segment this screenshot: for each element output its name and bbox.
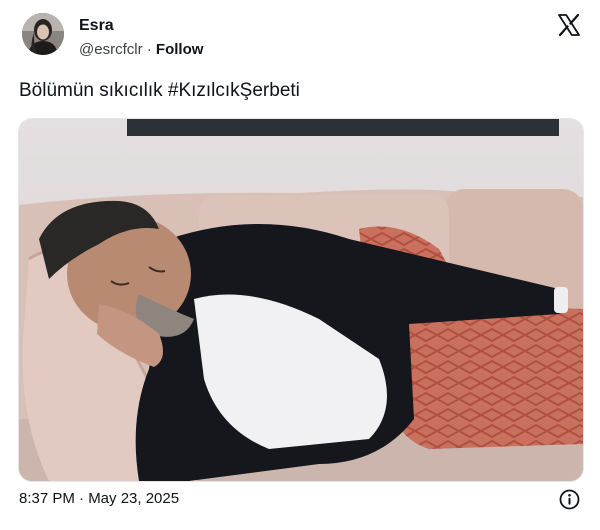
- tweet-image[interactable]: [18, 118, 584, 482]
- author-handle[interactable]: @esrcfclr: [79, 41, 143, 58]
- sleeping-man-image: [19, 119, 583, 481]
- author-handle-row: @esrcfclr · Follow: [79, 41, 203, 58]
- info-icon[interactable]: [559, 489, 580, 510]
- tweet-text: Bölümün sıkıcılık #KızılcıkŞerbeti: [19, 80, 300, 101]
- separator: ·: [146, 41, 152, 58]
- avatar-image: [22, 13, 64, 55]
- x-logo-icon[interactable]: [557, 13, 581, 37]
- avatar[interactable]: [22, 13, 64, 55]
- author-name[interactable]: Esra: [79, 17, 114, 35]
- tweet-timestamp[interactable]: 8:37 PM · May 23, 2025: [19, 490, 179, 507]
- follow-button[interactable]: Follow: [156, 41, 204, 58]
